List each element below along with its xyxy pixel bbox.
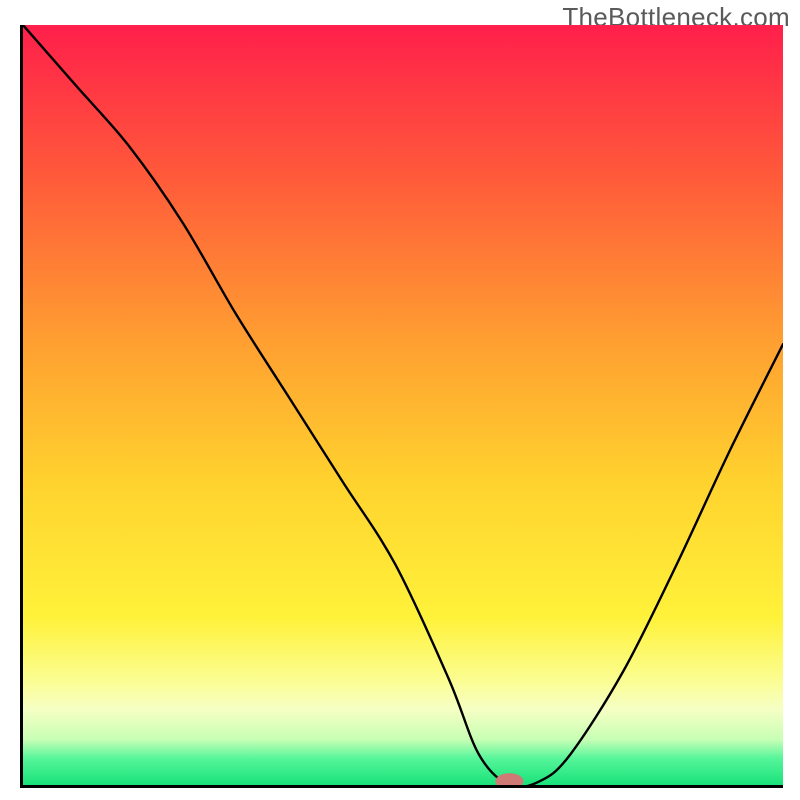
highlight-marker [23,25,783,785]
plot-area [20,25,783,788]
chart-frame: TheBottleneck.com [0,0,800,800]
